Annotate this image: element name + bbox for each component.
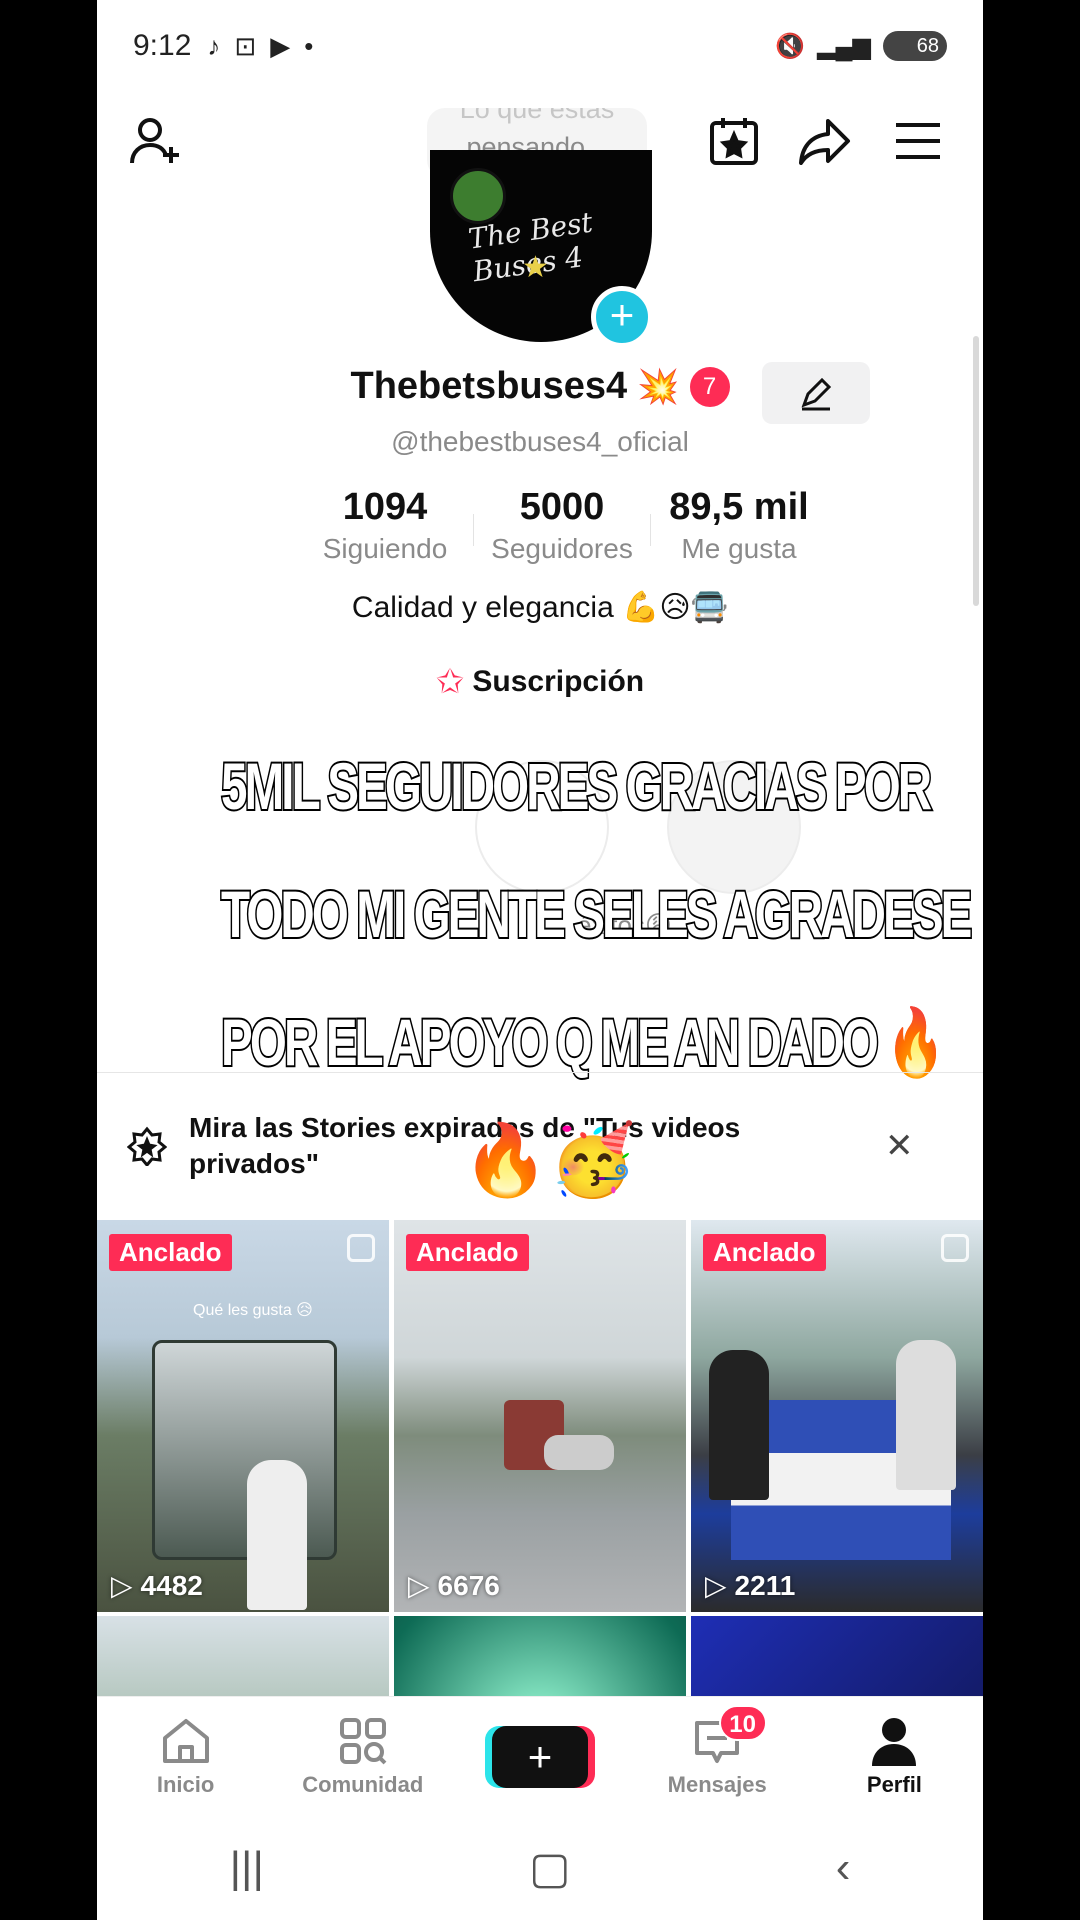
- profile-bio: Calidad y elegancia 💪😥🚍: [351, 591, 729, 624]
- recents-icon[interactable]: |||: [230, 1843, 264, 1893]
- create-icon: +: [492, 1725, 588, 1788]
- stories-icon: [127, 1126, 167, 1166]
- nav-create[interactable]: +: [451, 1697, 628, 1816]
- video-tile[interactable]: Anclado ▷ 6676: [394, 1220, 686, 1612]
- subscription-label: Suscripción: [472, 665, 645, 698]
- video-grid: Qué les gusta 😥 Anclado ▷ 4482 Anclado ▷ 6…: [97, 1220, 983, 1920]
- name-emoji: 💥: [637, 367, 680, 406]
- system-nav-bar: ||| ▢ ‹: [97, 1816, 983, 1920]
- view-count: ▷ 4482: [111, 1569, 203, 1602]
- pinned-badge: Anclado: [406, 1234, 529, 1271]
- close-icon[interactable]: ✕: [885, 1126, 914, 1166]
- nav-home[interactable]: Inicio: [97, 1697, 274, 1816]
- bottom-nav: Inicio Comunidad + 10 Mensajes Perfil: [97, 1696, 983, 1816]
- calendar-star-icon: [710, 118, 758, 165]
- stat-likes[interactable]: 89,5 mil Me gusta: [651, 486, 827, 565]
- nav-label: Comunidad: [302, 1771, 424, 1797]
- stat-value: 5000: [519, 486, 605, 528]
- home-button-icon[interactable]: ▢: [529, 1843, 571, 1894]
- notification-badge[interactable]: 7: [689, 366, 730, 407]
- status-system-icons: 🔇 ▂▄▆ 68: [775, 31, 947, 61]
- stats-row: 1094 Siguiendo 5000 Seguidores 89,5 mil …: [297, 486, 827, 565]
- edit-profile-button[interactable]: [762, 362, 870, 424]
- stat-value: 1094: [342, 486, 428, 528]
- nav-label: Inicio: [156, 1771, 215, 1797]
- screen-record-icon: ⊡: [234, 30, 257, 61]
- nav-community[interactable]: Comunidad: [274, 1697, 451, 1816]
- display-name: Thebetsbuses4: [350, 365, 628, 407]
- video-tile[interactable]: Anclado ▷ 2211: [691, 1220, 983, 1612]
- dot-icon: •: [304, 30, 314, 61]
- select-icon: [941, 1234, 969, 1262]
- share-button[interactable]: [790, 106, 860, 176]
- person-image: [709, 1350, 769, 1500]
- view-count-value: 2211: [734, 1569, 796, 1601]
- stat-followers[interactable]: 5000 Seguidores: [474, 486, 650, 565]
- thought-ghost-text: Lo que estás: [459, 108, 615, 124]
- hamburger-icon: [896, 123, 940, 159]
- view-count: ▷ 2211: [705, 1569, 795, 1602]
- scrollbar[interactable]: [973, 336, 979, 606]
- video-caption-overlay: 5MIL SEGUIDORES GRACIAS POR TODO MI GENT…: [220, 722, 974, 1106]
- subscription-link[interactable]: ✩ Suscripción: [97, 662, 983, 702]
- pinned-badge: Anclado: [703, 1234, 826, 1271]
- status-app-icons: ♪ ⊡ ▶ •: [207, 31, 313, 62]
- play-icon: ▷: [111, 1570, 133, 1601]
- mute-icon: 🔇: [775, 32, 806, 60]
- stat-following[interactable]: 1094 Siguiendo: [297, 486, 473, 565]
- battery-icon: 68: [883, 31, 947, 61]
- calendar-button[interactable]: [699, 106, 769, 176]
- community-icon: [339, 1717, 387, 1764]
- stat-label: Me gusta: [681, 533, 797, 564]
- share-icon: [799, 119, 850, 165]
- video-tile[interactable]: Qué les gusta 😥 Anclado ▷ 4482: [97, 1220, 389, 1612]
- status-time: 9:12: [133, 29, 192, 62]
- stat-label: Seguidores: [491, 533, 633, 564]
- nav-inbox[interactable]: 10 Mensajes: [629, 1697, 806, 1816]
- play-icon: ▷: [705, 1570, 727, 1601]
- nav-label: Mensajes: [667, 1771, 767, 1797]
- view-count: ▷ 6676: [408, 1569, 500, 1602]
- view-count-value: 6676: [437, 1569, 500, 1601]
- view-count-value: 4482: [140, 1569, 203, 1601]
- video-overlay-text: Qué les gusta 😥: [193, 1302, 313, 1319]
- signal-icon: ▂▄▆: [817, 32, 871, 60]
- stat-label: Siguiendo: [322, 533, 448, 564]
- status-bar: 9:12 ♪ ⊡ ▶ • 🔇 ▂▄▆ 68: [97, 0, 983, 92]
- play-icon: ▷: [408, 1570, 430, 1601]
- stat-value: 89,5 mil: [669, 486, 809, 528]
- screen: 9:12 ♪ ⊡ ▶ • 🔇 ▂▄▆ 68 Lo que estás pensa…: [97, 0, 983, 1920]
- nav-label: Perfil: [866, 1771, 922, 1797]
- overlay-emojis: 🔥🥳: [462, 1121, 637, 1199]
- pinned-badge: Anclado: [109, 1234, 232, 1271]
- add-user-icon: [130, 118, 179, 164]
- car-image: [544, 1435, 614, 1470]
- nav-profile[interactable]: Perfil: [806, 1697, 983, 1816]
- cartoon-image: [450, 168, 506, 224]
- truck-image: [152, 1340, 337, 1560]
- subscription-star-icon: ✩: [435, 663, 465, 701]
- username-handle: @thebestbuses4_oficial: [391, 426, 689, 457]
- select-icon: [347, 1234, 375, 1262]
- caption-line-1: 5MIL SEGUIDORES GRACIAS POR: [220, 747, 934, 825]
- youtube-icon: ▶: [270, 30, 291, 61]
- add-story-button[interactable]: +: [591, 286, 653, 348]
- caption-line-2: TODO MI GENTE SELES AGRADESE: [220, 875, 974, 953]
- caption-line-3: POR EL APOYO Q ME AN DADO 🔥: [220, 1003, 947, 1081]
- pencil-icon: [801, 377, 832, 411]
- person-image: [896, 1340, 956, 1490]
- messages-badge: 10: [718, 1705, 767, 1741]
- profile-icon: [872, 1717, 917, 1766]
- star-icon: ★: [522, 251, 549, 284]
- battery-level: 68: [916, 34, 939, 57]
- person-image: [247, 1460, 307, 1610]
- menu-button[interactable]: [883, 106, 953, 176]
- add-friend-button[interactable]: [121, 106, 191, 176]
- home-icon: [162, 1718, 209, 1763]
- tiktok-icon: ♪: [207, 30, 221, 61]
- back-icon[interactable]: ‹: [836, 1843, 851, 1893]
- tabs-divider: [97, 1072, 983, 1073]
